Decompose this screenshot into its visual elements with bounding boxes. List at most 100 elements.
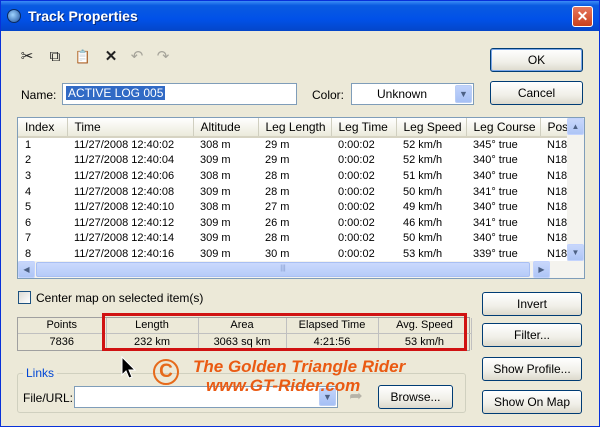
chevron-down-icon[interactable]: ▼ <box>455 85 472 103</box>
table-row[interactable]: 6 11/27/2008 12:40:12 309 m 26 m 0:00:02… <box>18 215 569 231</box>
cancel-button[interactable]: Cancel <box>490 81 583 105</box>
cell-leg-time: 0:00:02 <box>338 247 375 260</box>
close-button[interactable]: ✕ <box>572 6 593 27</box>
cell-leg-speed: 53 km/h <box>403 247 443 260</box>
scroll-down-icon[interactable]: ▼ <box>567 244 584 261</box>
cell-leg-speed: 49 km/h <box>403 201 443 214</box>
cell-leg-length: 29 m <box>265 139 290 152</box>
cell-leg-length: 26 m <box>265 216 290 229</box>
cell-altitude: 308 m <box>200 169 231 182</box>
column-header-index[interactable]: Index <box>18 118 68 138</box>
cell-leg-time: 0:00:02 <box>338 154 375 167</box>
cell-leg-speed: 46 km/h <box>403 216 443 229</box>
filter-button[interactable]: Filter... <box>482 323 582 347</box>
name-value: ACTIVE LOG 005 <box>66 86 166 100</box>
cell-leg-length: 28 m <box>265 169 290 182</box>
cell-leg-speed: 52 km/h <box>403 139 443 152</box>
cell-time: 11/27/2008 12:40:06 <box>74 169 175 182</box>
show-on-map-button[interactable]: Show On Map <box>482 390 582 414</box>
redo-icon[interactable]: ↷ <box>153 47 173 67</box>
scroll-right-icon[interactable]: ▶ <box>533 261 550 278</box>
browse-button[interactable]: Browse... <box>378 385 453 409</box>
watermark-line1: The Golden Triangle Rider <box>193 357 406 376</box>
column-header-leg-time[interactable]: Leg Time <box>331 118 397 138</box>
show-profile-button[interactable]: Show Profile... <box>482 357 582 381</box>
delete-icon[interactable]: ✕ <box>101 47 121 67</box>
horizontal-scrollbar[interactable]: ◀ ||| ▶ <box>18 261 584 278</box>
cell-position: N18 48 <box>547 154 569 167</box>
scroll-thumb[interactable]: ||| <box>36 262 530 277</box>
table-row[interactable]: 4 11/27/2008 12:40:08 309 m 28 m 0:00:02… <box>18 184 569 200</box>
cut-icon[interactable]: ✂ <box>17 47 37 67</box>
cell-time: 11/27/2008 12:40:04 <box>74 154 175 167</box>
cell-leg-speed: 51 km/h <box>403 169 443 182</box>
cell-time: 11/27/2008 12:40:12 <box>74 216 175 229</box>
cell-position: N18 48 <box>547 201 569 214</box>
ok-button[interactable]: OK <box>490 48 583 72</box>
table-row[interactable]: 1 11/27/2008 12:40:02 308 m 29 m 0:00:02… <box>18 137 569 153</box>
column-header-altitude[interactable]: Altitude <box>193 118 259 138</box>
cell-index: 7 <box>25 232 32 245</box>
cell-index: 6 <box>25 216 32 229</box>
cell-altitude: 309 m <box>200 216 231 229</box>
track-points-list[interactable]: Index Time Altitude Leg Length Leg Time … <box>17 117 585 279</box>
cell-leg-time: 0:00:02 <box>338 201 375 214</box>
cell-leg-course: 339° true <box>473 247 518 260</box>
cell-index: 1 <box>25 139 32 152</box>
cell-leg-course: 341° true <box>473 185 518 198</box>
vertical-scrollbar[interactable]: ▲ ▼ <box>567 118 584 261</box>
cell-leg-speed: 50 km/h <box>403 185 443 198</box>
cell-position: N18 48 <box>547 139 569 152</box>
cell-leg-course: 341° true <box>473 216 518 229</box>
title-bar[interactable]: Track Properties ✕ <box>1 1 599 31</box>
center-map-checkbox[interactable] <box>18 291 31 304</box>
name-label: Name: <box>21 88 57 102</box>
cell-leg-length: 30 m <box>265 247 290 260</box>
table-row[interactable]: 7 11/27/2008 12:40:14 309 m 28 m 0:00:02… <box>18 231 569 247</box>
name-field[interactable]: ACTIVE LOG 005 <box>62 83 297 105</box>
cell-leg-time: 0:00:02 <box>338 185 375 198</box>
cell-time: 11/27/2008 12:40:10 <box>74 201 175 214</box>
table-row[interactable]: 3 11/27/2008 12:40:06 308 m 28 m 0:00:02… <box>18 168 569 184</box>
paste-icon[interactable]: 📋 <box>73 47 93 67</box>
cell-position: N18 48 <box>547 169 569 182</box>
column-header-time[interactable]: Time <box>67 118 194 138</box>
list-header-row: Index Time Altitude Leg Length Leg Time … <box>18 118 570 138</box>
cell-time: 11/27/2008 12:40:16 <box>74 247 175 260</box>
stat-header-points: Points <box>18 318 107 334</box>
scroll-up-icon[interactable]: ▲ <box>567 118 584 135</box>
cell-leg-time: 0:00:02 <box>338 139 375 152</box>
cell-time: 11/27/2008 12:40:14 <box>74 232 175 245</box>
cell-time: 11/27/2008 12:40:02 <box>74 139 175 152</box>
file-url-label: File/URL: <box>23 391 74 405</box>
undo-icon[interactable]: ↶ <box>127 47 147 67</box>
cell-leg-length: 27 m <box>265 201 290 214</box>
cell-leg-speed: 52 km/h <box>403 154 443 167</box>
invert-button[interactable]: Invert <box>482 292 582 316</box>
watermark-line2: www.GT-Rider.com <box>206 376 361 395</box>
cell-leg-length: 28 m <box>265 185 290 198</box>
cell-altitude: 309 m <box>200 232 231 245</box>
cell-index: 8 <box>25 247 32 260</box>
column-header-leg-length[interactable]: Leg Length <box>258 118 332 138</box>
cell-position: N18 48 <box>547 247 569 260</box>
scroll-left-icon[interactable]: ◀ <box>18 261 35 278</box>
table-row[interactable]: 2 11/27/2008 12:40:04 309 m 29 m 0:00:02… <box>18 153 569 169</box>
center-map-label: Center map on selected item(s) <box>36 291 204 305</box>
cell-index: 3 <box>25 169 32 182</box>
cell-altitude: 308 m <box>200 139 231 152</box>
table-row[interactable]: 5 11/27/2008 12:40:10 308 m 27 m 0:00:02… <box>18 199 569 215</box>
copy-icon[interactable]: ⧉ <box>45 47 65 67</box>
color-select[interactable]: Unknown ▼ <box>351 83 474 105</box>
column-header-position[interactable]: Positio <box>540 118 570 138</box>
column-header-leg-speed[interactable]: Leg Speed <box>396 118 467 138</box>
cell-altitude: 309 m <box>200 154 231 167</box>
table-row[interactable]: 8 11/27/2008 12:40:16 309 m 30 m 0:00:02… <box>18 246 569 262</box>
track-properties-window: Track Properties ✕ ✂ ⧉ 📋 ✕ ↶ ↷ OK Cancel… <box>0 0 600 427</box>
column-header-leg-course[interactable]: Leg Course <box>466 118 541 138</box>
color-value: Unknown <box>376 87 428 101</box>
window-title: Track Properties <box>28 8 138 24</box>
mouse-pointer-icon <box>121 356 137 379</box>
cell-position: N18 48 <box>547 185 569 198</box>
cell-leg-course: 345° true <box>473 139 518 152</box>
